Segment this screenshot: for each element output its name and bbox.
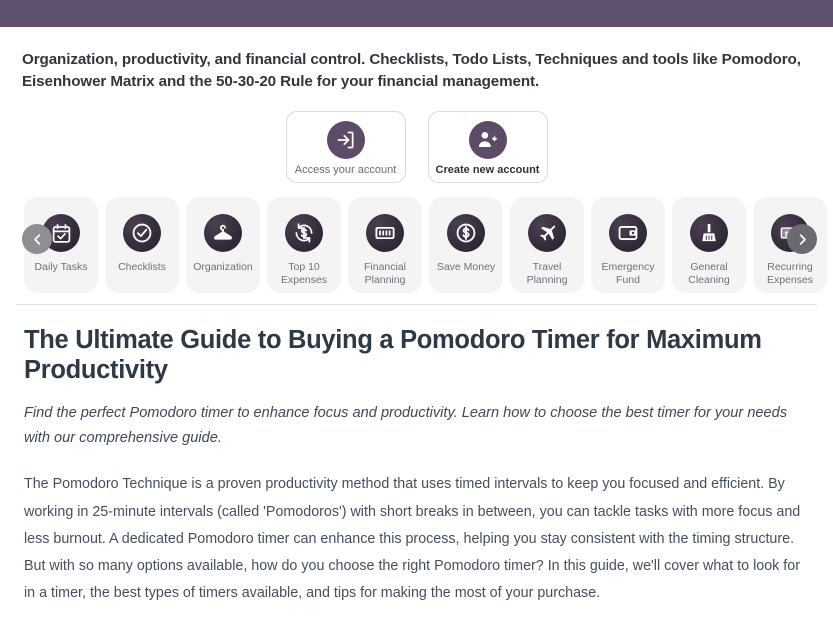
- category-card-financial-planning[interactable]: Financial Planning: [348, 197, 422, 294]
- carousel-prev-button[interactable]: [22, 224, 52, 255]
- broom-icon: [690, 214, 728, 253]
- category-label: Travel Planning: [526, 261, 568, 287]
- category-card-emergency-fund[interactable]: Emergency Fund: [591, 197, 665, 294]
- airplane-icon: [528, 214, 566, 253]
- category-label: General Cleaning: [688, 261, 730, 287]
- category-card-travel-planning[interactable]: Travel Planning: [510, 197, 584, 294]
- check-circle-icon: [123, 214, 161, 253]
- category-carousel: Daily Tasks Checklists Organization Top …: [0, 197, 833, 294]
- category-label: Financial Planning: [363, 261, 407, 287]
- category-card-top-10-expenses[interactable]: Top 10 Expenses: [267, 197, 341, 294]
- category-label: Checklists: [118, 261, 166, 274]
- article-title: The Ultimate Guide to Buying a Pomodoro …: [24, 326, 762, 385]
- carousel-next-button[interactable]: [787, 224, 817, 255]
- article-section: The Ultimate Guide to Buying a Pomodoro …: [0, 305, 833, 607]
- wallet-icon: [609, 214, 647, 253]
- tagline-section: Organization, productivity, and financia…: [0, 27, 833, 93]
- create-account-button[interactable]: Create new account: [427, 111, 548, 184]
- article-subtitle: Find the perfect Pomodoro timer to enhan…: [24, 405, 788, 447]
- top-header-bar: [0, 0, 833, 27]
- category-carousel-track: Daily Tasks Checklists Organization Top …: [0, 197, 833, 294]
- category-label: Top 10 Expenses: [280, 261, 328, 287]
- category-card-organization[interactable]: Organization: [186, 197, 260, 294]
- auth-buttons-row: Access your account Create new account: [0, 111, 833, 184]
- category-card-checklists[interactable]: Checklists: [105, 197, 179, 294]
- banknote-icon: [366, 214, 404, 253]
- login-arrow-icon: [326, 120, 365, 159]
- category-card-general-cleaning[interactable]: General Cleaning: [672, 197, 746, 294]
- person-add-icon: [468, 120, 507, 159]
- currency-exchange-icon: [285, 214, 323, 253]
- category-label: Organization: [193, 261, 253, 274]
- category-label: Daily Tasks: [34, 261, 88, 274]
- category-card-save-money[interactable]: Save Money: [429, 197, 503, 294]
- clothes-hanger-icon: [204, 214, 242, 253]
- category-label: Emergency Fund: [601, 261, 655, 287]
- category-label: Recurring Expenses: [766, 261, 814, 287]
- access-account-label: Access your account: [294, 163, 397, 176]
- access-account-button[interactable]: Access your account: [285, 111, 406, 184]
- create-account-label: Create new account: [435, 163, 540, 176]
- category-label: Save Money: [436, 261, 496, 274]
- site-tagline: Organization, productivity, and financia…: [22, 51, 801, 91]
- dollar-coin-icon: [447, 214, 485, 253]
- article-body-paragraph: The Pomodoro Technique is a proven produ…: [24, 476, 801, 602]
